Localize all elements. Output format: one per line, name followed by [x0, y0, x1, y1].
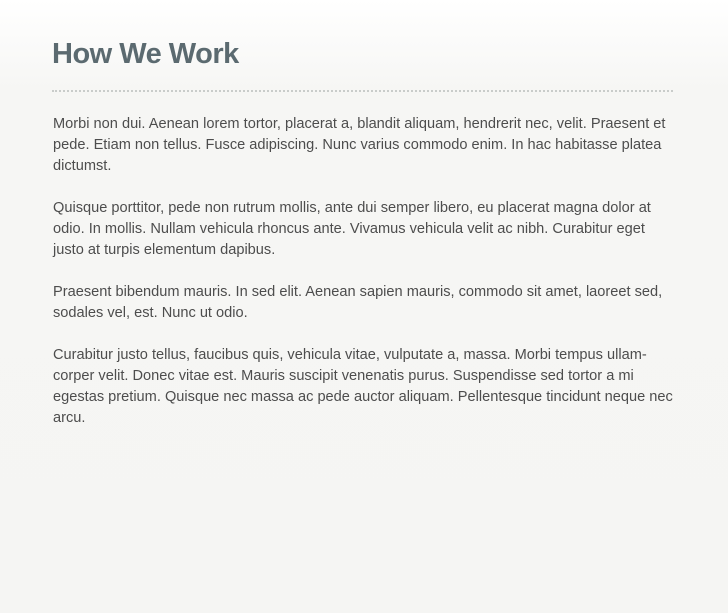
- body-text: Morbi non dui. Aenean lorem tortor, plac…: [52, 114, 673, 429]
- paragraph: Curabitur justo tellus, faucibus quis, v…: [53, 347, 673, 426]
- page-title: How We Work: [52, 38, 239, 70]
- main-content: How We Work Morbi non dui. Aenean lorem …: [52, 34, 673, 450]
- paragraph: Quisque porttitor, pede non rutrum molli…: [53, 200, 651, 258]
- page: How We Work Morbi non dui. Aenean lorem …: [0, 0, 728, 613]
- title-divider: [52, 90, 673, 92]
- paragraph: Morbi non dui. Aenean lorem tortor, plac…: [53, 116, 666, 174]
- paragraph: Praesent bibendum mauris. In sed elit. A…: [53, 284, 663, 321]
